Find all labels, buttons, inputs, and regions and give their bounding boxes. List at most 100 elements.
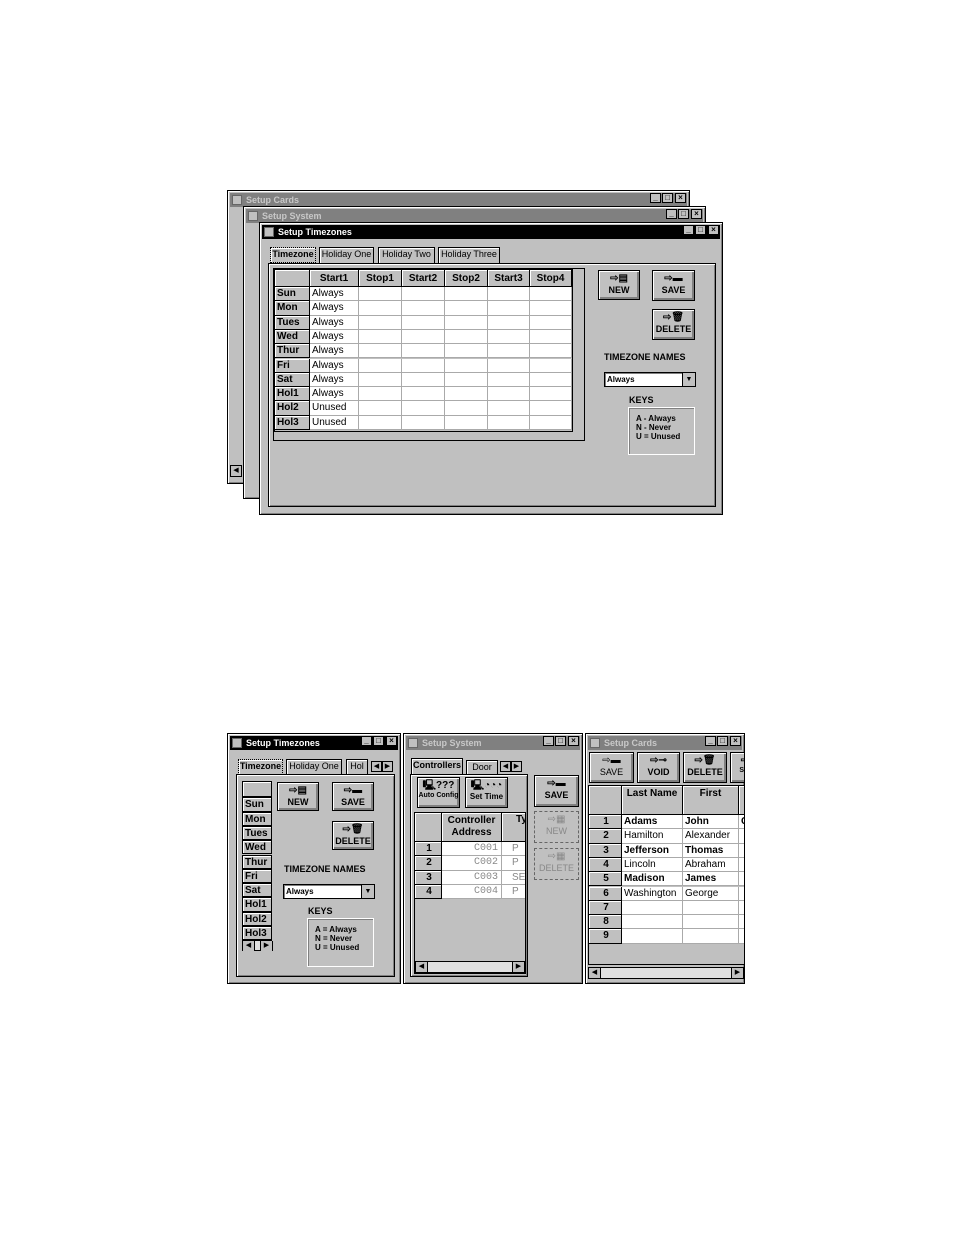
row-header[interactable]: Hol1: [275, 387, 310, 402]
maximize-button[interactable]: □: [678, 209, 689, 219]
grid-cell[interactable]: [488, 301, 530, 316]
grid-cell[interactable]: [402, 287, 445, 302]
minimize-button[interactable]: _: [666, 209, 677, 219]
grid-cell[interactable]: [488, 329, 530, 345]
grid-cell[interactable]: [530, 401, 572, 416]
setup-system-window-small[interactable]: Setup System _ □ × Controllers Door ◀ ▶ 🖳?…: [403, 733, 583, 984]
minimize-button[interactable]: _: [543, 736, 554, 746]
grid-cell[interactable]: [402, 387, 445, 402]
grid-cell[interactable]: [739, 900, 744, 916]
delete-button[interactable]: ⇨🗑 DELETE: [652, 309, 695, 340]
minimize-button[interactable]: _: [361, 736, 372, 746]
delete-button-disabled[interactable]: ⇨▦ DELETE: [534, 848, 579, 880]
grid-cell[interactable]: [445, 415, 488, 430]
grid-cell[interactable]: P: [502, 884, 525, 900]
column-header[interactable]: Stop1: [359, 270, 402, 287]
horizontal-scrollbar[interactable]: ◀ ▶: [588, 967, 744, 979]
grid-corner[interactable]: [415, 813, 442, 842]
chevron-down-icon[interactable]: ▼: [361, 885, 374, 898]
close-button[interactable]: ×: [675, 193, 686, 203]
grid-cell[interactable]: Washington: [622, 886, 683, 901]
grid-cell[interactable]: [359, 315, 402, 330]
column-header[interactable]: Last Name: [622, 786, 683, 815]
controllers-grid[interactable]: Controller Address Ty 1 C001 P 2 C002 P 3 C003 SE 4…: [414, 812, 526, 974]
grid-cell[interactable]: Always: [310, 315, 359, 330]
row-header[interactable]: Sun: [242, 797, 272, 812]
grid-cell[interactable]: [739, 872, 744, 887]
new-button-disabled[interactable]: ⇨▦ NEW: [534, 811, 579, 843]
grid-cell[interactable]: [359, 387, 402, 402]
column-header[interactable]: First: [683, 786, 739, 815]
maximize-button[interactable]: □: [373, 736, 384, 746]
grid-cell[interactable]: [359, 287, 402, 302]
grid-cell[interactable]: [622, 915, 683, 930]
row-header[interactable]: Sat: [275, 372, 310, 388]
grid-cell[interactable]: [739, 843, 744, 858]
grid-cell[interactable]: Always: [310, 358, 359, 373]
grid-cell[interactable]: Thomas: [683, 843, 739, 858]
row-number[interactable]: 2: [589, 829, 622, 844]
grid-cell[interactable]: [359, 401, 402, 416]
row-number[interactable]: 4: [589, 857, 622, 873]
cards-grid[interactable]: Last NameFirstM 1AdamsJohnQu 2HamiltonAlex…: [588, 785, 744, 965]
row-header[interactable]: Wed: [242, 840, 272, 855]
row-header[interactable]: Fri: [275, 358, 310, 373]
horizontal-scrollbar[interactable]: ◀ ▶: [242, 940, 273, 951]
row-header[interactable]: Hol2: [275, 401, 310, 416]
grid-cell[interactable]: James: [683, 872, 739, 887]
row-header[interactable]: Mon: [242, 811, 272, 826]
column-header[interactable]: M: [739, 786, 744, 815]
grid-cell[interactable]: [402, 329, 445, 345]
grid-cell[interactable]: [739, 886, 744, 901]
row-header[interactable]: Fri: [242, 868, 272, 884]
row-number[interactable]: 9: [589, 929, 622, 944]
grid-cell[interactable]: Lincoln: [622, 857, 683, 873]
grid-cell[interactable]: Qu: [739, 815, 744, 830]
timezone-grid[interactable]: Start1 Stop1 Start2 Stop2 Start3 Stop4 Sun Alwa…: [274, 269, 573, 432]
grid-cell[interactable]: Unused: [310, 401, 359, 416]
grid-cell[interactable]: [402, 415, 445, 430]
tab-scroll-right[interactable]: ▶: [382, 761, 393, 772]
scroll-left-button[interactable]: ◀: [416, 962, 428, 972]
grid-cell[interactable]: [445, 329, 488, 345]
set-time-button[interactable]: 🖳◔◔◔ Set Time: [465, 777, 508, 808]
row-number[interactable]: 8: [589, 915, 622, 930]
tab-door[interactable]: Door: [466, 760, 498, 775]
grid-cell[interactable]: Madison: [622, 872, 683, 887]
grid-cell[interactable]: C003: [442, 870, 502, 885]
row-number[interactable]: 1: [415, 842, 442, 857]
maximize-button[interactable]: □: [662, 193, 673, 203]
grid-cell[interactable]: [402, 315, 445, 330]
tab-holiday-three[interactable]: Holiday Three: [438, 247, 500, 263]
close-button[interactable]: ×: [730, 736, 741, 746]
delete-button[interactable]: ⇨🗑 DELETE: [332, 821, 374, 850]
minimize-button[interactable]: _: [683, 225, 694, 235]
grid-cell[interactable]: [359, 301, 402, 316]
tab-hol[interactable]: Hol: [346, 759, 368, 775]
tab-holiday-one[interactable]: Holiday One: [286, 759, 342, 775]
column-header[interactable]: Stop2: [445, 270, 488, 287]
column-header[interactable]: Ty: [502, 813, 525, 842]
row-number[interactable]: 3: [589, 843, 622, 858]
setup-cards-window-small[interactable]: Setup Cards _□× ⇨▬SAVE ⇨⊸VOID ⇨🗑DELETE ⇨…: [585, 733, 745, 984]
tab-holiday-one[interactable]: Holiday One: [319, 247, 374, 263]
maximize-button[interactable]: □: [555, 736, 566, 746]
chevron-down-icon[interactable]: ▼: [682, 373, 695, 386]
grid-cell[interactable]: [445, 315, 488, 330]
row-number[interactable]: 5: [589, 872, 622, 887]
new-button[interactable]: ⇨▤ NEW: [598, 270, 640, 300]
grid-cell[interactable]: [530, 344, 572, 359]
tab-scroll-left[interactable]: ◀: [500, 761, 511, 772]
grid-cell[interactable]: Hamilton: [622, 829, 683, 844]
row-number[interactable]: 3: [415, 870, 442, 885]
grid-cell[interactable]: [530, 372, 572, 388]
maximize-button[interactable]: □: [717, 736, 728, 746]
partial-button[interactable]: ⇨S E: [730, 752, 744, 783]
title-bar[interactable]: Setup System: [246, 209, 703, 223]
grid-cell[interactable]: [359, 329, 402, 345]
setup-timezones-window[interactable]: Setup Timezones _ □ × Timezone Holiday One…: [259, 222, 723, 515]
grid-cell[interactable]: [488, 401, 530, 416]
grid-cell[interactable]: Always: [310, 387, 359, 402]
grid-cell[interactable]: [359, 415, 402, 430]
grid-cell[interactable]: [445, 287, 488, 302]
